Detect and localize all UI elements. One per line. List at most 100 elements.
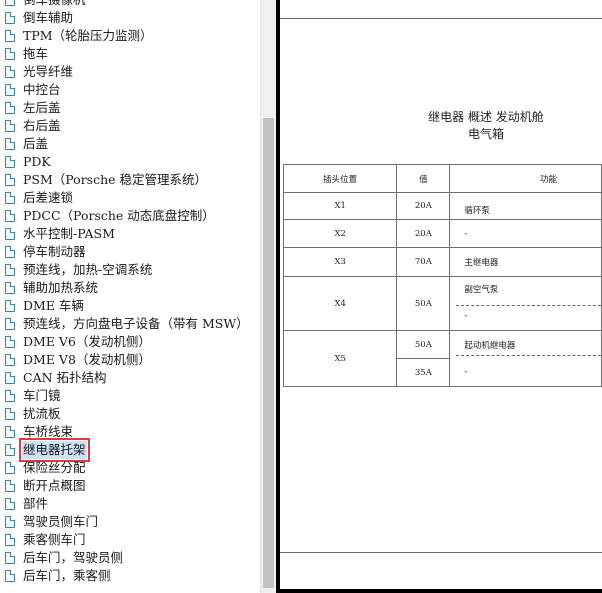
tree-item-label: 辅助加热系统: [23, 280, 99, 295]
document-icon: [5, 228, 15, 240]
tree-item-label: 后车门，驾驶员侧: [23, 550, 124, 565]
document-icon: [5, 300, 15, 312]
tree-item-label: 倒车摄像机: [22, 0, 87, 9]
tree-list: 倒车摄像机倒车辅助 TPM（轮胎压力监测） 拖车光导纤维中控台左后盖右后盖后盖 PDK…: [0, 0, 250, 585]
page-bottom-rule: [280, 552, 602, 553]
tree-item-label: 预连线，加热-空调系统: [23, 262, 153, 277]
function-line-b: -: [464, 311, 468, 321]
cell-function: 副空气泵 -: [449, 276, 602, 331]
tree-item[interactable]: 预连线，方向盘电子设备（带有 MSW）: [0, 315, 250, 333]
tree-item[interactable]: 扰流板: [0, 405, 250, 423]
tree-item[interactable]: 辅助加热系统: [0, 279, 250, 297]
cell-position: X3: [282, 247, 398, 277]
tree-item[interactable]: TPM（轮胎压力监测）: [0, 27, 250, 45]
cell-function: -: [449, 358, 602, 387]
tree-item[interactable]: PDK: [0, 153, 250, 171]
document-icon: [5, 264, 15, 276]
cell-value: 50A: [396, 330, 451, 359]
tree-item-label: 保险丝分配: [23, 460, 86, 475]
document-icon: [5, 210, 15, 222]
document-icon: [5, 12, 15, 24]
tree-item-label: DME V6（发动机侧）: [23, 334, 151, 349]
document-icon: [5, 372, 15, 384]
tree-item[interactable]: 驾驶员侧车门: [0, 513, 250, 531]
document-icon: [5, 282, 15, 294]
tree-item-label: CAN 拓扑结构: [23, 370, 107, 385]
tree-item[interactable]: 光导纤维: [0, 63, 250, 81]
page-title-line2: 电气箱: [467, 127, 504, 141]
document-icon: [5, 516, 15, 528]
tree-item[interactable]: 中控台: [0, 81, 250, 99]
table-header-row: 插头位置 值 功能: [282, 164, 602, 193]
document-icon: [5, 444, 15, 456]
cell-function: 主继电器: [449, 247, 602, 277]
cell-function: 循环泵: [449, 192, 602, 220]
document-icon: [5, 336, 15, 348]
scrollbar-thumb[interactable]: [263, 118, 274, 588]
cell-value: 20A: [396, 192, 451, 220]
tree-item[interactable]: CAN 拓扑结构: [0, 369, 250, 387]
document-icon: [5, 156, 15, 168]
tree-item[interactable]: 预连线，加热-空调系统: [0, 261, 250, 279]
tree-item[interactable]: 断开点概图: [0, 477, 250, 495]
document-icon: [5, 174, 15, 186]
tree-item[interactable]: 乘客侧车门: [0, 531, 250, 549]
tree-item[interactable]: 倒车辅助: [0, 9, 250, 27]
tree-item-label: 乘客侧车门: [23, 532, 86, 547]
tree-item-label: 光导纤维: [23, 64, 74, 79]
header-position: 插头位置: [282, 164, 398, 193]
viewer-border-bottom: [276, 589, 602, 593]
document-icon: [5, 48, 15, 60]
document-icon: [5, 30, 15, 42]
tree-item[interactable]: 右后盖: [0, 117, 250, 135]
tree-item[interactable]: 后车门，驾驶员侧: [0, 549, 250, 567]
tree-item[interactable]: 拖车: [0, 45, 250, 63]
tree-item[interactable]: 停车制动器: [0, 243, 250, 261]
navigation-tree: 倒车摄像机倒车辅助 TPM（轮胎压力监测） 拖车光导纤维中控台左后盖右后盖后盖 PDK…: [0, 0, 260, 593]
document-icon: [5, 84, 15, 96]
tree-item[interactable]: 后盖: [0, 135, 250, 153]
tree-item[interactable]: DME 车辆: [0, 297, 250, 315]
tree-item[interactable]: PDCC（Porsche 动态底盘控制）: [0, 207, 250, 225]
tree-item[interactable]: 后差速锁: [0, 189, 250, 207]
tree-item[interactable]: 后车门，乘客侧: [0, 567, 250, 585]
cell-value: 50A: [396, 276, 451, 331]
dashed-separator: [456, 305, 602, 306]
document-icon: [5, 552, 15, 564]
tree-scrollbar[interactable]: [260, 0, 276, 593]
tree-item[interactable]: 倒车摄像机: [0, 0, 250, 9]
table-row: X2 20A -: [282, 219, 602, 248]
tree-item-label: 水平控制-PASM: [23, 226, 115, 241]
tree-item-label: 后车门，乘客侧: [23, 568, 111, 583]
tree-item[interactable]: PSM（Porsche 稳定管理系统）: [0, 171, 250, 189]
cell-position: X2: [282, 219, 398, 248]
document-icon: [5, 462, 15, 474]
tree-item-label: TPM（轮胎压力监测）: [23, 28, 153, 43]
tree-item[interactable]: 车门镜: [0, 387, 250, 405]
tree-item-label: 断开点概图: [23, 478, 86, 493]
tree-item[interactable]: DME V6（发动机侧）: [0, 333, 250, 351]
header-value: 值: [396, 164, 451, 193]
document-icon: [5, 408, 15, 420]
tree-item[interactable]: DME V8（发动机侧）: [0, 351, 250, 369]
tree-item[interactable]: 保险丝分配: [0, 459, 250, 477]
dashed-separator: [456, 354, 602, 356]
tree-item-label: 拖车: [23, 46, 49, 61]
tree-item[interactable]: 继电器托架: [0, 438, 250, 462]
document-icon: [5, 354, 15, 366]
document-icon: [5, 102, 15, 114]
tree-item-label: DME 车辆: [23, 298, 84, 313]
cell-position: X4: [282, 276, 398, 331]
tree-item[interactable]: 水平控制-PASM: [0, 225, 250, 243]
tree-item[interactable]: 左后盖: [0, 99, 250, 117]
tree-item[interactable]: 车桥线束: [0, 423, 250, 441]
tree-item[interactable]: 部件: [0, 495, 250, 513]
document-icon: [5, 534, 15, 546]
cell-value: 20A: [396, 219, 451, 248]
viewer-border-left: [276, 0, 280, 593]
document-icon: [5, 570, 15, 582]
function-line-a: 副空气泵: [464, 285, 499, 295]
document-icon: [5, 480, 15, 492]
tree-item-label: PDCC（Porsche 动态底盘控制）: [23, 208, 215, 223]
document-icon: [5, 138, 15, 150]
